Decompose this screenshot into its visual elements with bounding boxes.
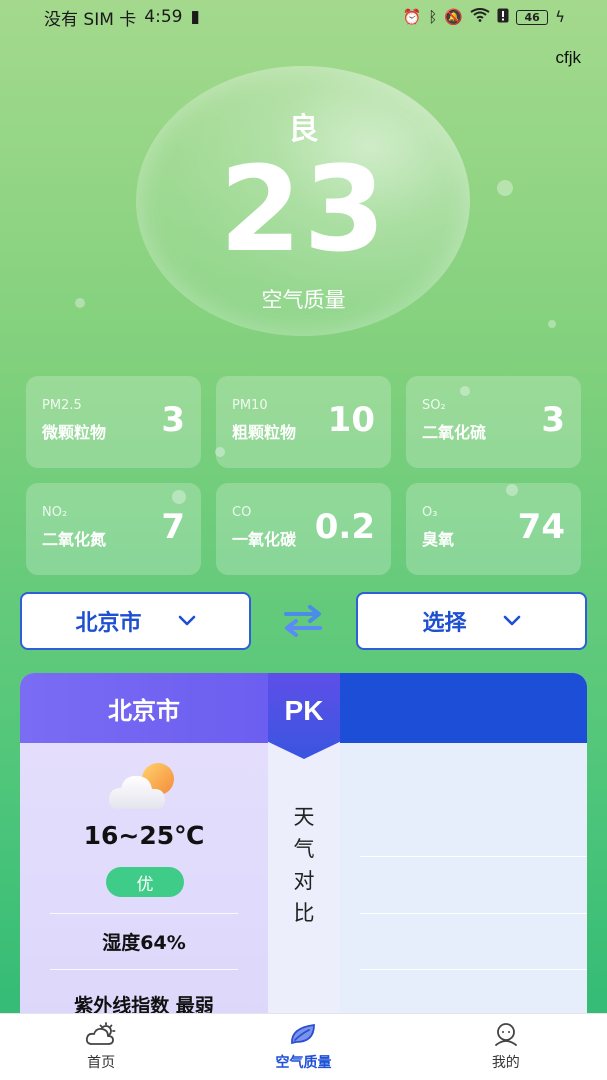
status-bar: 没有 SIM 卡 4:59 ▮ ⏰ ᛒ 🔕 46 ϟ [0,0,607,34]
leaf-icon [291,1023,316,1045]
pollutant-value: 10 [327,400,375,440]
clock-text: 4:59 [144,7,183,27]
tab-profile[interactable]: 我的 [436,1022,576,1072]
pollutant-value: 7 [161,507,185,547]
pollutant-card-o3[interactable]: O₃ 臭氧 74 [406,483,581,575]
divider [360,913,587,914]
pollutant-grid: PM2.5 微颗粒物 3 PM10 粗颗粒物 10 SO₂ 二氧化硫 3 NO₂… [26,376,581,575]
sim-alert-icon [497,8,509,27]
tab-home[interactable]: 首页 [31,1022,171,1072]
tab-air-quality-label: 空气质量 [275,1055,332,1071]
mute-icon: 🔕 [444,8,464,26]
compare-right-header [340,673,587,743]
city-select-left[interactable]: 北京市 [20,592,251,650]
compare-label: 天 气 对 比 [268,801,340,929]
wifi-icon [470,8,490,26]
bottom-tab-bar: 首页 空气质量 我的 [0,1013,607,1080]
tab-home-label: 首页 [87,1055,116,1071]
pollutant-value: 0.2 [314,507,375,547]
compare-left-aq-badge: 优 [106,867,184,897]
weather-compare-panel: 北京市 PK 16~25℃ 优 湿度64% 紫外线指数 最弱 天 气 对 比 [20,673,587,1018]
chevron-down-icon [178,615,195,626]
pollutant-value: 3 [541,400,565,440]
user-icon [494,1023,517,1046]
compare-label-char: 对 [293,869,315,893]
swap-icon[interactable] [282,604,324,638]
tab-profile-label: 我的 [491,1055,520,1071]
compare-label-char: 天 [293,805,315,829]
app-tag: cfjk [555,48,582,67]
status-right: ⏰ ᛒ 🔕 46 ϟ [403,8,565,27]
status-left: 没有 SIM 卡 4:59 ▮ [44,5,200,30]
compare-left-temp: 16~25℃ [83,821,205,850]
battery-saver-icon: ▮ [190,7,200,27]
pollutant-card-co[interactable]: CO 一氧化碳 0.2 [216,483,391,575]
bluetooth-icon: ᛒ [428,8,438,26]
charging-icon: ϟ [555,8,565,26]
pollutant-card-pm10[interactable]: PM10 粗颗粒物 10 [216,376,391,468]
aqi-value: 23 [219,140,388,278]
pollutant-card-no2[interactable]: NO₂ 二氧化氮 7 [26,483,201,575]
compare-left-city: 北京市 [20,673,268,743]
city-select-right-label: 选择 [422,611,467,636]
aqi-label: 空气质量 [261,288,346,312]
battery-icon: 46 [516,9,549,25]
alarm-icon: ⏰ [402,8,422,26]
divider [50,913,238,914]
carrier-text: 没有 SIM 卡 [44,9,137,30]
compare-right-column [340,743,587,1018]
decor-dot [548,320,556,328]
partly-cloudy-icon [108,763,174,809]
tab-air-quality[interactable]: 空气质量 [233,1022,373,1072]
compare-label-char: 比 [293,901,315,925]
weather-home-icon [86,1022,116,1045]
city-select-left-label: 北京市 [75,611,142,636]
compare-label-char: 气 [293,837,315,861]
city-select-right[interactable]: 选择 [356,592,587,650]
pk-badge: PK [268,673,340,759]
divider [50,969,238,970]
compare-left-humidity: 湿度64% [102,932,186,954]
pollutant-card-pm25[interactable]: PM2.5 微颗粒物 3 [26,376,201,468]
pollutant-card-so2[interactable]: SO₂ 二氧化硫 3 [406,376,581,468]
divider [360,856,587,857]
divider [360,969,587,970]
pollutant-value: 74 [517,507,565,547]
city-selector-row: 北京市 选择 [20,592,587,650]
chevron-down-icon [503,615,520,626]
pollutant-value: 3 [161,400,185,440]
